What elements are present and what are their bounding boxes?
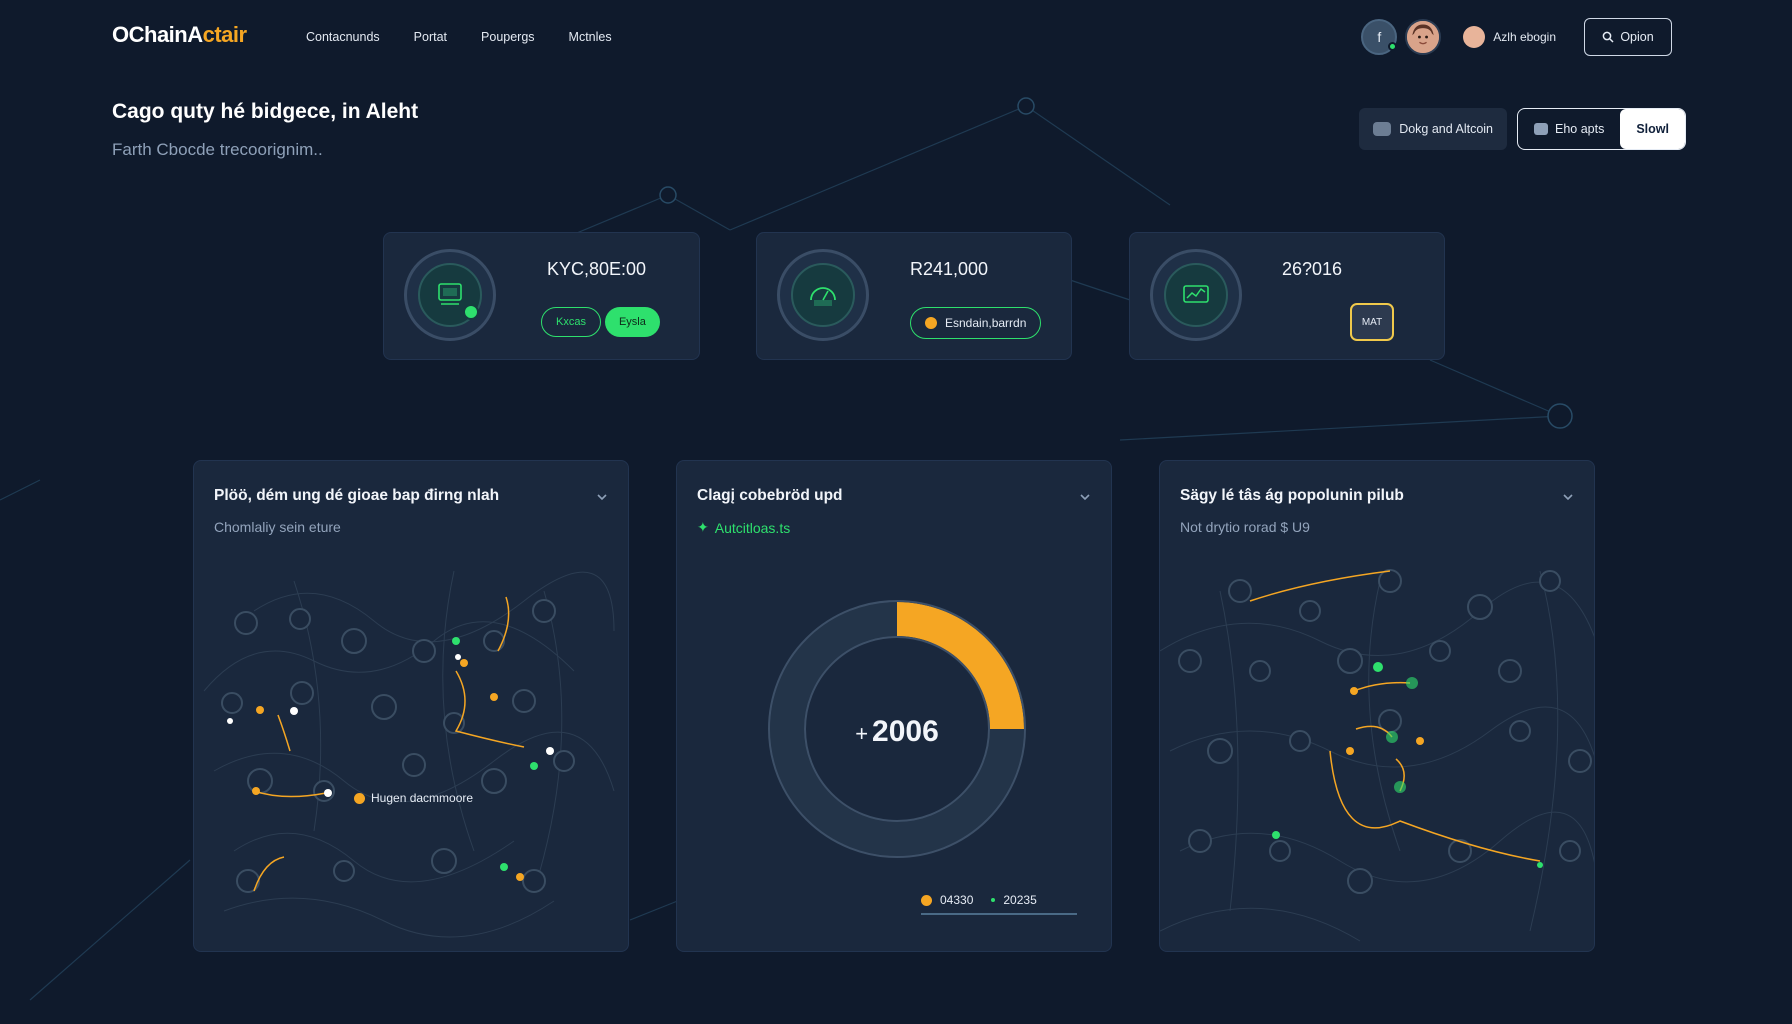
app-logo[interactable]: OChainActair [112, 22, 247, 48]
legend-label: 20235 [1003, 893, 1037, 907]
stat-icon-ring [777, 249, 869, 341]
header-actions: Dokg and Altcoin Eho apts Slowl [1359, 108, 1686, 150]
thumbs-icon [1534, 123, 1548, 135]
toggle-option-label: Eho apts [1555, 122, 1605, 136]
page-title: Cago quty hé bidgece, in Aleht [112, 100, 419, 123]
option-button[interactable]: Opion [1584, 18, 1672, 56]
person-icon [1407, 21, 1440, 53]
stat-tags: Esndain,barrdn [910, 307, 1042, 339]
legend-label: 04330 [940, 893, 974, 907]
center-prefix: + [855, 721, 869, 746]
avatar-initial: f [1377, 29, 1382, 45]
nav-item-contacnunds[interactable]: Contacnunds [306, 30, 380, 44]
toggle-option-slowl[interactable]: Slowl [1620, 109, 1685, 149]
tag-kxcas[interactable]: Kxcas [541, 307, 601, 337]
stat-value: 26?016 [1282, 259, 1343, 279]
nav-item-mctnles[interactable]: Mctnles [569, 30, 612, 44]
donut-center-value: +2006 [765, 715, 1029, 749]
user-name[interactable]: Azlh ebogin [1493, 30, 1556, 44]
panel-subtitle: Chomlaliy sein eture [214, 519, 341, 535]
nav-item-portat[interactable]: Portat [414, 30, 447, 44]
sparkle-icon: ✦ [697, 519, 709, 535]
page-subtitle: Farth Cbocde trecoorignim.. [112, 140, 323, 159]
stat-value: R241,000 [910, 259, 989, 279]
legend-green-dot-icon [991, 898, 996, 902]
network-map[interactable] [194, 551, 629, 952]
user-cluster: f Azlh ebogin Opion [1361, 18, 1672, 56]
chart-legend: 04330 20235 [921, 893, 1037, 907]
marker-dot-icon [354, 792, 365, 804]
stat-tags: MAT [1350, 303, 1394, 341]
toggle-option-eho-apts[interactable]: Eho apts [1518, 109, 1620, 149]
chart-monitor-icon [1183, 285, 1209, 303]
top-navbar: OChainActair Contacnunds Portat Poupergs… [0, 0, 1792, 76]
gauge-icon [810, 287, 836, 306]
panel-title: Sägy lé tâs ág popolunin pilub [1180, 487, 1404, 504]
chevron-down-icon[interactable] [1079, 491, 1091, 503]
stat-tags: Kxcas Eysla [541, 307, 660, 337]
panel-subtitle: ✦ Autcitloas.ts [697, 519, 790, 536]
legend-item[interactable]: 20235 [991, 893, 1037, 907]
status-dot-icon [925, 317, 937, 329]
chevron-down-icon[interactable] [596, 491, 608, 503]
user-small-avatar [1463, 26, 1486, 48]
stat-icon-ring [404, 249, 496, 341]
tag-eysla[interactable]: Eysla [604, 307, 660, 337]
stat-value: KYC,80E:00 [547, 259, 647, 279]
network-map[interactable] [1160, 551, 1595, 952]
center-number: 2006 [872, 715, 939, 748]
view-toggle: Eho apts Slowl [1517, 108, 1686, 150]
stat-card-count: 26?016 MAT [1129, 232, 1445, 360]
stat-card-revenue: R241,000 Esndain,barrdn [756, 232, 1072, 360]
stat-icon-ring [1150, 249, 1242, 341]
panel-title: Clagį cobebröd upd [697, 487, 843, 504]
option-label: Opion [1620, 30, 1654, 44]
legend-item[interactable]: 04330 [921, 893, 973, 907]
map-marker-label[interactable]: Hugen dacmmoore [354, 791, 473, 805]
nav-item-poupergs[interactable]: Poupergs [481, 30, 535, 44]
main-nav: Contacnunds Portat Poupergs Mctnles [306, 30, 612, 44]
panel-donut: Clagį cobebröd upd ✦ Autcitloas.ts +2006… [676, 460, 1112, 952]
tag-mat[interactable]: MAT [1350, 303, 1394, 341]
search-icon [1602, 31, 1614, 43]
panel-title: Plöö, dém ung dé gioae bap đirng nlah [214, 487, 500, 504]
panel-network-right: Sägy lé tâs ág popolunin pilub Not dryti… [1159, 460, 1595, 952]
status-badge: Esndain,barrdn [910, 307, 1042, 339]
panel-network-left: Plöö, dém ung dé gioae bap đirng nlah Ch… [193, 460, 629, 952]
panel-subtitle: Not drytio rorad $ U9 [1180, 519, 1310, 535]
marker-label-text: Hugen dacmmoore [371, 791, 474, 805]
donut-slice-0[interactable] [897, 602, 1024, 729]
toggle-option-label: Slowl [1636, 122, 1669, 136]
account-avatar[interactable]: f [1361, 19, 1398, 55]
legend-underline [921, 913, 1077, 915]
verified-icon [463, 304, 479, 320]
legend-orange-dot-icon [921, 894, 932, 906]
altcoin-button[interactable]: Dokg and Altcoin [1359, 108, 1507, 150]
altcoin-button-label: Dokg and Altcoin [1399, 122, 1493, 136]
wallet-icon [1373, 122, 1392, 136]
user-photo-avatar[interactable] [1405, 19, 1442, 55]
status-label: Esndain,barrdn [945, 316, 1027, 330]
online-status-icon [1388, 42, 1398, 51]
panel-subtitle-text: Autcitloas.ts [714, 519, 791, 536]
stat-card-kyc: KYC,80E:00 Kxcas Eysla [383, 232, 700, 360]
chevron-down-icon[interactable] [1562, 491, 1574, 503]
